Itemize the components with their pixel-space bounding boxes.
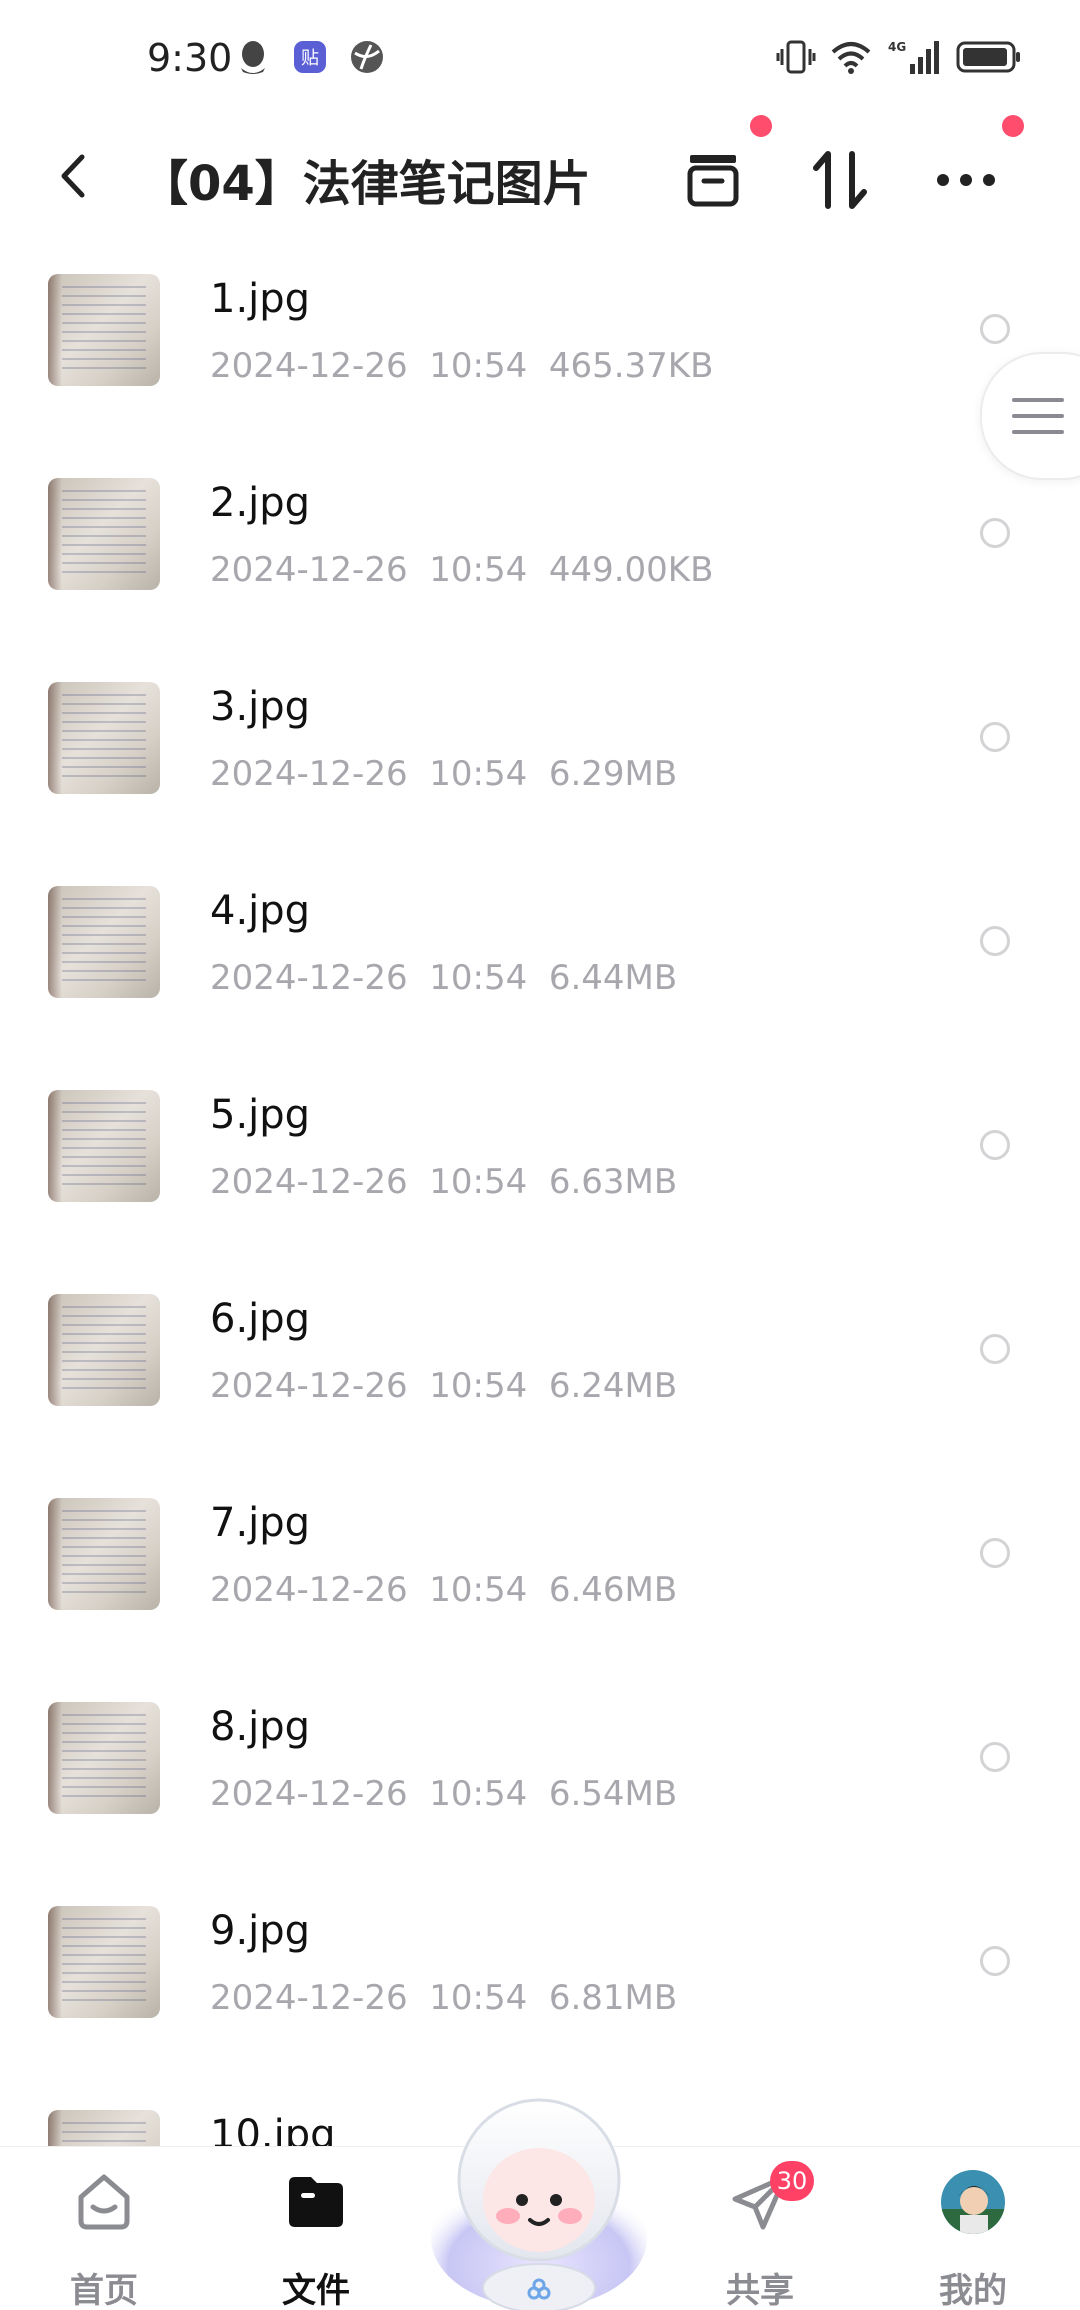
svg-text:贴: 贴 — [301, 48, 319, 69]
file-meta: 2024-12-26 10:54 6.54MB — [210, 1774, 678, 1814]
file-thumbnail — [48, 1090, 160, 1202]
file-meta: 2024-12-26 10:54 6.46MB — [210, 1570, 678, 1610]
browser-icon — [351, 41, 383, 73]
signal-4g-icon: 4G — [888, 40, 939, 74]
select-radio[interactable] — [980, 314, 1010, 344]
battery-icon — [956, 41, 1020, 73]
file-name: 1.jpg — [210, 276, 311, 322]
file-thumbnail — [48, 1294, 160, 1406]
file-meta: 2024-12-26 10:54 6.44MB — [210, 958, 678, 998]
file-thumbnail — [48, 1702, 160, 1814]
file-name: 3.jpg — [210, 684, 311, 730]
file-name: 4.jpg — [210, 888, 311, 934]
menu-lines-icon — [1012, 398, 1064, 434]
file-thumbnail — [48, 682, 160, 794]
file-meta: 2024-12-26 10:54 449.00KB — [210, 550, 714, 590]
list-item[interactable]: 4.jpg 2024-12-26 10:54 6.44MB — [0, 872, 1080, 1076]
select-radio[interactable] — [980, 1334, 1010, 1364]
file-meta: 2024-12-26 10:54 465.37KB — [210, 346, 714, 386]
select-radio[interactable] — [980, 1946, 1010, 1976]
file-name: 7.jpg — [210, 1500, 311, 1546]
list-item[interactable]: 9.jpg 2024-12-26 10:54 6.81MB — [0, 1892, 1080, 2096]
more-button[interactable] — [926, 140, 1006, 220]
share-badge: 30 — [770, 2161, 814, 2201]
list-item[interactable]: 8.jpg 2024-12-26 10:54 6.54MB — [0, 1688, 1080, 1892]
list-item[interactable]: 6.jpg 2024-12-26 10:54 6.24MB — [0, 1280, 1080, 1484]
file-name: 5.jpg — [210, 1092, 311, 1138]
list-item[interactable]: 5.jpg 2024-12-26 10:54 6.63MB — [0, 1076, 1080, 1280]
select-radio[interactable] — [980, 518, 1010, 548]
wifi-icon — [831, 42, 871, 74]
select-radio[interactable] — [980, 1538, 1010, 1568]
sort-icon — [813, 151, 867, 209]
file-thumbnail — [48, 1906, 160, 2018]
paste-app-icon: 贴 — [294, 41, 326, 73]
select-radio[interactable] — [980, 1742, 1010, 1772]
folder-icon — [289, 2177, 343, 2227]
status-right-icons: 4G — [776, 38, 1022, 76]
nav-mine[interactable]: 我的 — [893, 2169, 1053, 2310]
file-name: 8.jpg — [210, 1704, 311, 1750]
more-notification-dot — [1002, 115, 1024, 137]
nav-home-label: 首页 — [70, 2271, 138, 2310]
file-thumbnail — [48, 478, 160, 590]
svg-text:4G: 4G — [888, 40, 906, 54]
status-bar: 9:30 贴 4G — [0, 0, 1080, 110]
select-radio[interactable] — [980, 926, 1010, 956]
archive-notification-dot — [750, 115, 772, 137]
select-radio[interactable] — [980, 1130, 1010, 1160]
archive-icon — [687, 155, 739, 207]
qq-icon — [241, 41, 265, 74]
more-icon — [937, 174, 995, 186]
nav-home[interactable]: 首页 — [24, 2169, 184, 2310]
nav-files[interactable]: 文件 — [236, 2169, 396, 2310]
nav-files-label: 文件 — [282, 2271, 350, 2310]
list-item[interactable]: 7.jpg 2024-12-26 10:54 6.46MB — [0, 1484, 1080, 1688]
status-left-icons: 贴 — [235, 38, 385, 76]
file-meta: 2024-12-26 10:54 6.81MB — [210, 1978, 678, 2018]
file-name: 2.jpg — [210, 480, 311, 526]
nav-share-label: 共享 — [726, 2271, 794, 2310]
file-thumbnail — [48, 886, 160, 998]
archive-button[interactable] — [673, 140, 753, 220]
vibrate-icon — [776, 40, 816, 74]
avatar — [941, 2170, 1005, 2234]
file-thumbnail — [48, 274, 160, 386]
file-meta: 2024-12-26 10:54 6.63MB — [210, 1162, 678, 1202]
sort-button[interactable] — [800, 140, 880, 220]
back-button[interactable] — [48, 148, 98, 204]
list-item[interactable]: 2.jpg 2024-12-26 10:54 449.00KB — [0, 464, 1080, 668]
home-icon — [78, 2174, 130, 2230]
list-item[interactable]: 1.jpg 2024-12-26 10:54 465.37KB — [0, 260, 1080, 464]
nav-share[interactable]: 30 共享 — [680, 2161, 840, 2310]
status-time: 9:30 — [147, 36, 233, 80]
file-meta: 2024-12-26 10:54 6.29MB — [210, 754, 678, 794]
header-bar: 【04】法律笔记图片 — [0, 110, 1080, 240]
chevron-left-icon — [61, 154, 85, 198]
file-thumbnail — [48, 1498, 160, 1610]
assistant-mascot-button[interactable] — [430, 2088, 648, 2310]
list-item[interactable]: 3.jpg 2024-12-26 10:54 6.29MB — [0, 668, 1080, 872]
select-radio[interactable] — [980, 722, 1010, 752]
file-list-screen: 9:30 贴 4G 【04】法律笔记图片 1.jpg 2024-12-26 10… — [0, 0, 1080, 2310]
file-name: 6.jpg — [210, 1296, 311, 1342]
file-name: 9.jpg — [210, 1908, 311, 1954]
nav-mine-label: 我的 — [939, 2271, 1007, 2310]
file-meta: 2024-12-26 10:54 6.24MB — [210, 1366, 678, 1406]
page-title: 【04】法律笔记图片 — [140, 156, 591, 212]
